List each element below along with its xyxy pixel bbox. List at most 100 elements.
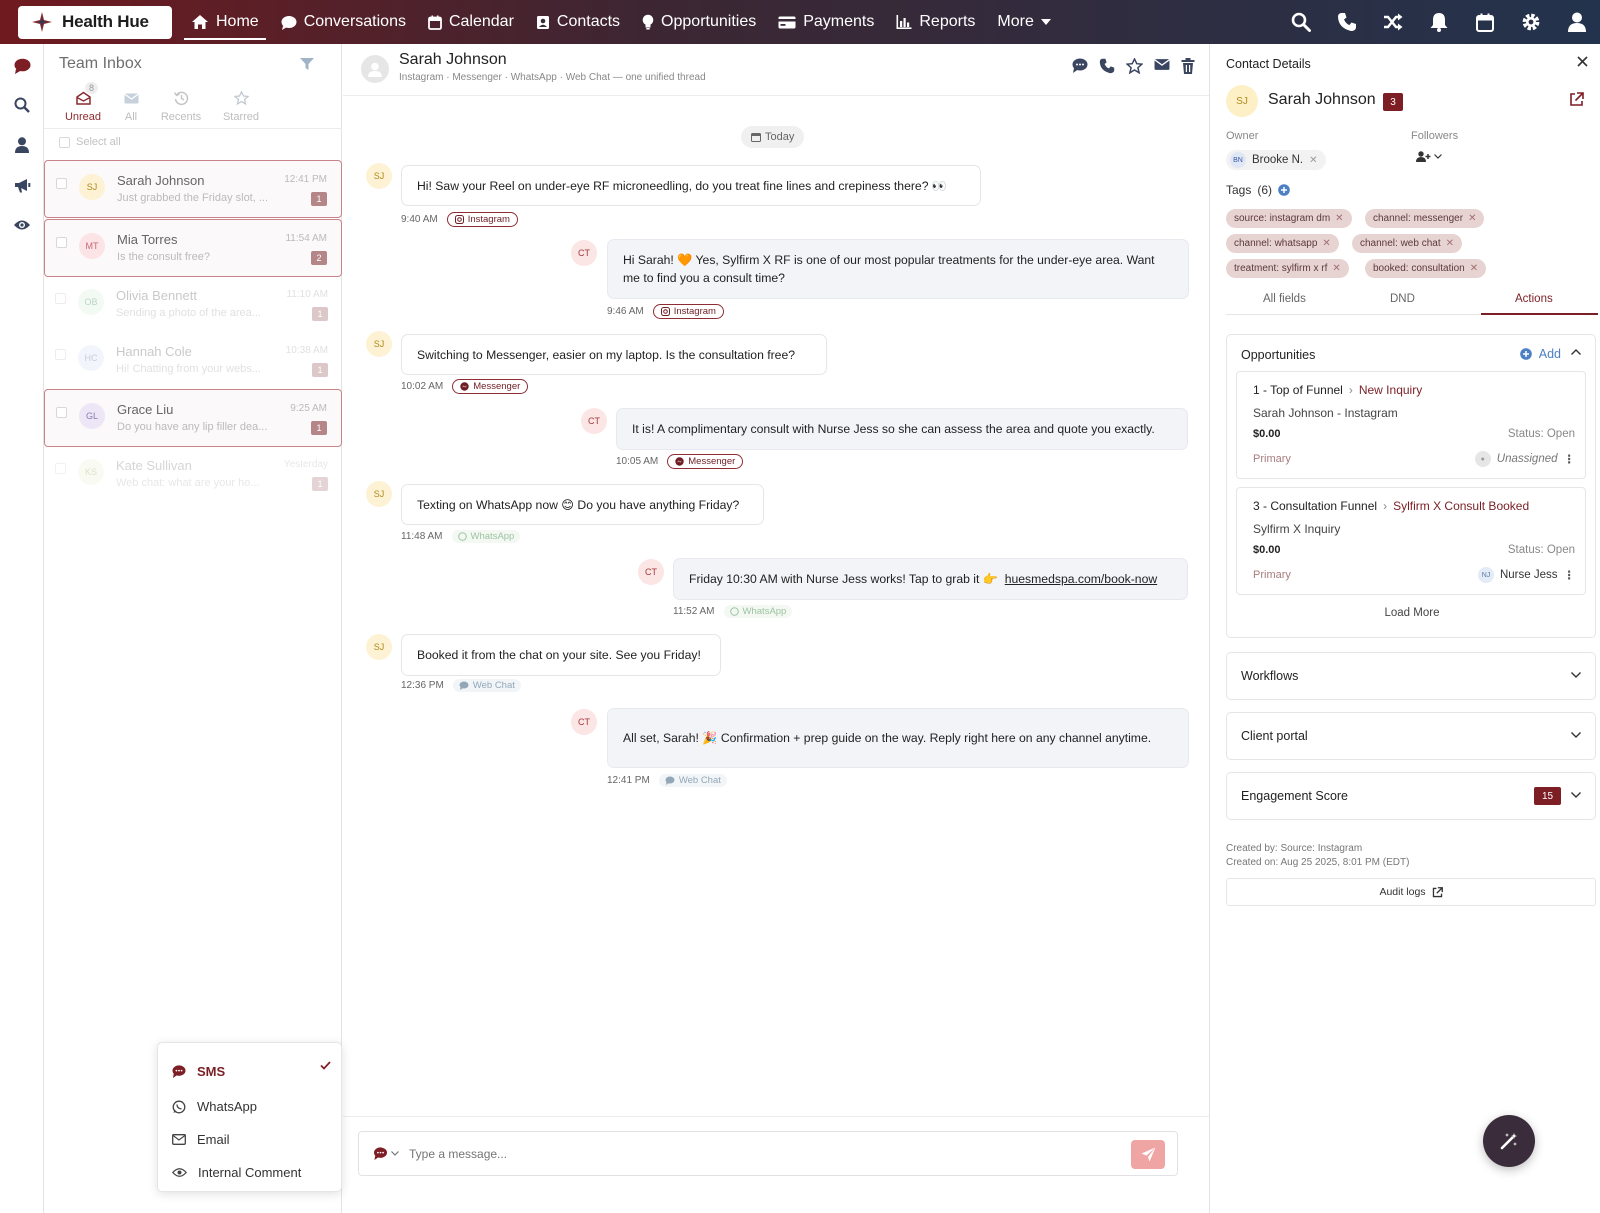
conversation-item[interactable]: MT Mia Torres Is the consult free? 11:54… xyxy=(44,219,342,277)
opportunity-assignee[interactable]: ● Unassigned ⋮ xyxy=(1474,451,1576,467)
panel-close-button[interactable] xyxy=(1577,56,1588,67)
opportunity-title: 3 - Consultation Funnel › Sylfirm X Cons… xyxy=(1253,499,1529,513)
add-tag-icon[interactable] xyxy=(1278,184,1290,196)
rail-conversations-button[interactable] xyxy=(11,55,33,77)
main-nav: Home Conversations Calendar Contacts Opp… xyxy=(180,0,1062,44)
tab-all-fields[interactable]: All fields xyxy=(1263,293,1306,305)
client-portal-card[interactable]: Client portal xyxy=(1226,712,1596,760)
add-opportunity-label: Add xyxy=(1538,347,1561,361)
nav-opportunities[interactable]: Opportunities xyxy=(631,0,767,44)
chat-email-button[interactable] xyxy=(1154,58,1170,74)
conversation-checkbox[interactable] xyxy=(55,349,66,360)
audit-logs-button[interactable]: Audit logs xyxy=(1226,878,1596,906)
add-follower-button[interactable] xyxy=(1416,151,1442,162)
conversation-checkbox[interactable] xyxy=(56,178,67,189)
remove-owner-icon[interactable]: ✕ xyxy=(1309,155,1317,166)
composer-channel-selector[interactable] xyxy=(373,1147,399,1160)
tag-chip[interactable]: booked: consultation ✕ xyxy=(1365,259,1487,278)
rail-view-button[interactable] xyxy=(11,214,33,236)
conversation-item[interactable]: HC Hannah Cole Hi! Chatting from your we… xyxy=(44,332,342,390)
tab-dnd[interactable]: DND xyxy=(1390,293,1415,305)
conversation-item[interactable]: GL Grace Liu Do you have any lip filler … xyxy=(44,389,342,447)
more-vertical-icon[interactable]: ⋮ xyxy=(1564,568,1576,582)
top-settings-button[interactable] xyxy=(1508,0,1554,44)
nav-reports[interactable]: Reports xyxy=(885,0,986,44)
tag-chip[interactable]: channel: messenger ✕ xyxy=(1365,209,1485,228)
nav-payments[interactable]: Payments xyxy=(767,0,885,44)
channel-option-internal-comment[interactable]: Internal Comment xyxy=(172,1165,301,1180)
remove-tag-icon[interactable]: ✕ xyxy=(1446,238,1454,249)
nav-conversations[interactable]: Conversations xyxy=(270,0,417,44)
channel-chip-label: Web Chat xyxy=(678,775,721,786)
top-search-button[interactable] xyxy=(1278,0,1324,44)
open-contact-button[interactable] xyxy=(1569,92,1584,107)
tag-chip[interactable]: treatment: sylfirm x rf ✕ xyxy=(1226,259,1349,278)
rail-search-button[interactable] xyxy=(11,94,33,116)
remove-tag-icon[interactable]: ✕ xyxy=(1335,213,1343,224)
engagement-title: Engagement Score xyxy=(1241,789,1349,803)
remove-tag-icon[interactable]: ✕ xyxy=(1332,263,1340,274)
rail-contacts-button[interactable] xyxy=(11,134,33,156)
opportunity-pipeline: 1 - Top of Funnel xyxy=(1253,383,1343,397)
opportunity-item[interactable]: 1 - Top of Funnel › New Inquiry Sarah Jo… xyxy=(1236,371,1586,479)
nav-more[interactable]: More xyxy=(986,0,1061,44)
tab-starred[interactable]: Starred xyxy=(211,84,271,123)
opportunity-primary: Primary xyxy=(1253,569,1291,581)
conversation-name: Hannah Cole xyxy=(116,344,192,359)
select-all-checkbox[interactable] xyxy=(59,136,70,148)
tab-recents[interactable]: Recents xyxy=(151,84,211,123)
top-profile-button[interactable] xyxy=(1554,0,1600,44)
channel-option-email[interactable]: Email xyxy=(172,1132,230,1147)
chat-star-button[interactable] xyxy=(1126,58,1143,74)
top-phone-button[interactable] xyxy=(1324,0,1370,44)
home-icon xyxy=(192,15,208,29)
nav-conversations-label: Conversations xyxy=(303,13,406,30)
inbox-filter-button[interactable] xyxy=(300,58,314,70)
top-calendar-button[interactable] xyxy=(1462,0,1508,44)
conversation-item[interactable]: OB Olivia Bennett Sending a photo of the… xyxy=(44,276,342,334)
conversation-checkbox[interactable] xyxy=(56,407,67,418)
engagement-score-card[interactable]: Engagement Score 15 xyxy=(1226,772,1596,820)
conversation-item[interactable]: SJ Sarah Johnson Just grabbed the Friday… xyxy=(44,160,342,218)
tag-label: treatment: sylfirm x rf xyxy=(1234,263,1328,274)
chat-delete-button[interactable] xyxy=(1181,58,1195,74)
chat-call-button[interactable] xyxy=(1099,58,1115,74)
conversation-checkbox[interactable] xyxy=(55,293,66,304)
more-vertical-icon[interactable]: ⋮ xyxy=(1564,452,1576,466)
channel-option-whatsapp[interactable]: WhatsApp xyxy=(172,1099,257,1114)
send-button[interactable] xyxy=(1131,1140,1165,1169)
top-notifications-button[interactable] xyxy=(1416,0,1462,44)
rail-marketing-button[interactable] xyxy=(11,174,33,196)
tag-chip[interactable]: channel: whatsapp ✕ xyxy=(1226,234,1339,253)
opportunity-item[interactable]: 3 - Consultation Funnel › Sylfirm X Cons… xyxy=(1236,487,1586,595)
load-more-button[interactable]: Load More xyxy=(1227,607,1597,619)
workflows-card[interactable]: Workflows xyxy=(1226,652,1596,700)
select-all-toggle[interactable]: Select all xyxy=(59,136,121,148)
conversation-checkbox[interactable] xyxy=(55,463,66,474)
remove-tag-icon[interactable]: ✕ xyxy=(1470,263,1478,274)
top-shuffle-button[interactable] xyxy=(1370,0,1416,44)
tag-chip[interactable]: source: instagram dm ✕ xyxy=(1226,209,1352,228)
conversation-checkbox[interactable] xyxy=(56,237,67,248)
remove-tag-icon[interactable]: ✕ xyxy=(1322,238,1330,249)
collapse-opportunities-button[interactable] xyxy=(1571,349,1581,355)
avatar: SJ xyxy=(1226,85,1258,117)
app-logo[interactable]: Health Hue xyxy=(18,5,172,39)
chat-sms-button[interactable] xyxy=(1072,58,1088,74)
message-input[interactable] xyxy=(409,1144,1109,1164)
add-opportunity-button[interactable]: Add xyxy=(1519,347,1561,361)
remove-tag-icon[interactable]: ✕ xyxy=(1468,213,1476,224)
tag-chip[interactable]: channel: web chat ✕ xyxy=(1352,234,1463,253)
channel-option-sms[interactable]: SMS xyxy=(172,1064,225,1079)
caret-down-icon xyxy=(1040,19,1051,25)
nav-calendar[interactable]: Calendar xyxy=(417,0,525,44)
calendar-icon xyxy=(1476,13,1494,32)
conversation-item[interactable]: KS Kate Sullivan Web chat: what are your… xyxy=(44,446,342,504)
nav-contacts[interactable]: Contacts xyxy=(525,0,631,44)
tab-actions[interactable]: Actions xyxy=(1515,293,1553,305)
booking-link[interactable]: huesmedspa.com/book-now xyxy=(1005,570,1157,588)
ai-assist-button[interactable] xyxy=(1483,1115,1535,1167)
owner-chip[interactable]: BN Brooke N. ✕ xyxy=(1226,150,1326,170)
nav-home[interactable]: Home xyxy=(180,0,270,44)
opportunity-assignee[interactable]: NJ Nurse Jess ⋮ xyxy=(1477,567,1576,583)
